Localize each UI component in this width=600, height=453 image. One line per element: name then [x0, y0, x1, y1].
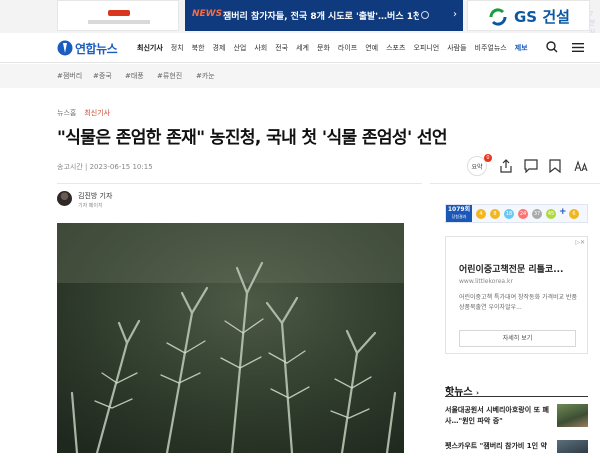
article-title: "식물은 존엄한 존재" 농진청, 국내 첫 '식물 존엄성' 선언 [57, 128, 448, 148]
nav-item-report[interactable]: 제보 [515, 43, 528, 53]
reporter-name[interactable]: 김진방 기자 [78, 191, 112, 201]
lotto-round: 1079회 당첨결과 [446, 205, 472, 222]
nav-item-people[interactable]: 사람들 [447, 43, 466, 53]
hotnews-divider [445, 396, 588, 397]
nav-item-society[interactable]: 사회 [254, 43, 267, 53]
summary-button[interactable]: 요약 0 [467, 154, 492, 176]
lotto-round-number: 1079회 [447, 206, 471, 213]
clock-icon [421, 11, 429, 19]
top-ad-bar: NEWS 잼버리 참가자들, 전국 8개 시도로 '출발'…버스 1천여대… 7… [0, 0, 600, 37]
nav-item-northkorea[interactable]: 북한 [192, 43, 205, 53]
lotto-ball: 45 [546, 209, 556, 219]
breadcrumb: 뉴스홈 최신기사 [57, 108, 110, 118]
yonhap-logo-icon[interactable] [57, 39, 73, 57]
lotto-ball: 24 [518, 209, 528, 219]
share-icon[interactable] [499, 159, 513, 173]
gs-logo-icon [489, 8, 507, 26]
nav-menu: 최신기사 정치 북한 경제 산업 사회 전국 세계 문화 라이프 연예 스포츠 … [137, 43, 536, 53]
site-logo-text[interactable]: 연합뉴스 [75, 40, 118, 57]
side-ad-desc: 어린이중고책 특가대여 창작동화 가격비교 반품상품북출연 우이자알우... [459, 294, 578, 311]
side-ad-headline[interactable]: 어린이중고책전문 리틀코... [459, 262, 577, 275]
side-divider [430, 183, 600, 184]
lotto-round-sub: 당첨결과 [451, 214, 467, 219]
nav-item-entertainment[interactable]: 연예 [365, 43, 378, 53]
summary-label: 요약 [471, 163, 483, 171]
hashtag[interactable]: #류현진 [157, 71, 182, 81]
breadcrumb-home[interactable]: 뉴스홈 [57, 109, 76, 117]
lotto-ball: 4 [476, 209, 486, 219]
article-photo-plant [57, 223, 404, 453]
next-arrow-icon[interactable]: › [453, 9, 457, 20]
nav-item-politics[interactable]: 정치 [171, 43, 184, 53]
nav-item-nation[interactable]: 전국 [275, 43, 288, 53]
nav-item-industry[interactable]: 산업 [233, 43, 246, 53]
nav-item-latest[interactable]: 최신기사 [137, 43, 163, 53]
lotto-bonus-ball: 6 [569, 209, 579, 219]
nav-item-economy[interactable]: 경제 [213, 43, 226, 53]
hashtag[interactable]: #태풍 [125, 71, 144, 81]
side-ad-button[interactable]: 자세히 보기 [459, 330, 576, 347]
hotnews-item[interactable]: 펫스카우트 "잼버리 참가비 1인 약 [445, 441, 550, 452]
lotto-widget[interactable]: 1079회 당첨결과 4 8 18 24 37 45 + 6 [445, 204, 588, 223]
hashtag[interactable]: #잼버리 [57, 71, 82, 81]
reporter-page-link[interactable]: 기자 페이지 [78, 202, 103, 209]
nav-item-world[interactable]: 세계 [296, 43, 309, 53]
hashtag[interactable]: #카눈 [196, 71, 215, 81]
news-tag: NEWS [192, 9, 223, 19]
side-ad-box[interactable]: ▷✕ 어린이중고책전문 리틀코... www.littlekorea.kr 어린… [445, 236, 588, 354]
main-nav: 연합뉴스 최신기사 정치 북한 경제 산업 사회 전국 세계 문화 라이프 연예… [0, 33, 600, 63]
ticker-text[interactable]: 잼버리 참가자들, 전국 8개 시도로 '출발'…버스 1천여대… [223, 9, 419, 22]
nav-item-culture[interactable]: 문화 [317, 43, 330, 53]
nav-item-sports[interactable]: 스포츠 [386, 43, 405, 53]
gs-brand-text: GS 건설 [514, 8, 570, 26]
hotnews-thumbnail[interactable] [557, 440, 588, 453]
comment-icon[interactable] [524, 159, 538, 173]
menu-icon[interactable] [572, 43, 584, 52]
breadcrumb-section[interactable]: 최신기사 [84, 109, 110, 117]
gs-banner-ad[interactable]: GS 건설 [467, 0, 590, 31]
left-banner-ad[interactable] [57, 0, 179, 31]
reporter-avatar[interactable] [57, 191, 72, 206]
article-date: 송고시간 | 2023-06-15 10:15 [57, 163, 153, 171]
font-size-icon[interactable] [574, 159, 588, 173]
header-divider [57, 183, 422, 184]
hotnews-item[interactable]: 서울대공원서 시베리아호랑이 또 폐사…"원인 파악 중" [445, 405, 550, 427]
hotnews-thumbnail[interactable] [557, 404, 588, 427]
hashtag[interactable]: #중국 [93, 71, 112, 81]
nav-item-visual[interactable]: 비주얼뉴스 [475, 43, 507, 53]
lotto-ball: 37 [532, 209, 542, 219]
side-ad-url[interactable]: www.littlekorea.kr [459, 278, 513, 285]
news-ticker-ad[interactable]: NEWS 잼버리 참가자들, 전국 8개 시도로 '출발'…버스 1천여대… 7… [185, 0, 595, 37]
bookmark-icon[interactable] [549, 159, 561, 173]
nav-item-life[interactable]: 라이프 [338, 43, 357, 53]
nav-item-opinion[interactable]: 오피니언 [413, 43, 439, 53]
hashtag-bar: #잼버리 #중국 #태풍 #류현진 #카눈 [0, 64, 600, 88]
summary-badge: 0 [484, 154, 492, 162]
search-icon[interactable] [546, 41, 558, 53]
lotto-ball: 18 [504, 209, 514, 219]
plus-icon: + [559, 207, 567, 217]
ad-info-icon[interactable]: ▷✕ [575, 239, 585, 246]
lotto-ball: 8 [490, 209, 500, 219]
